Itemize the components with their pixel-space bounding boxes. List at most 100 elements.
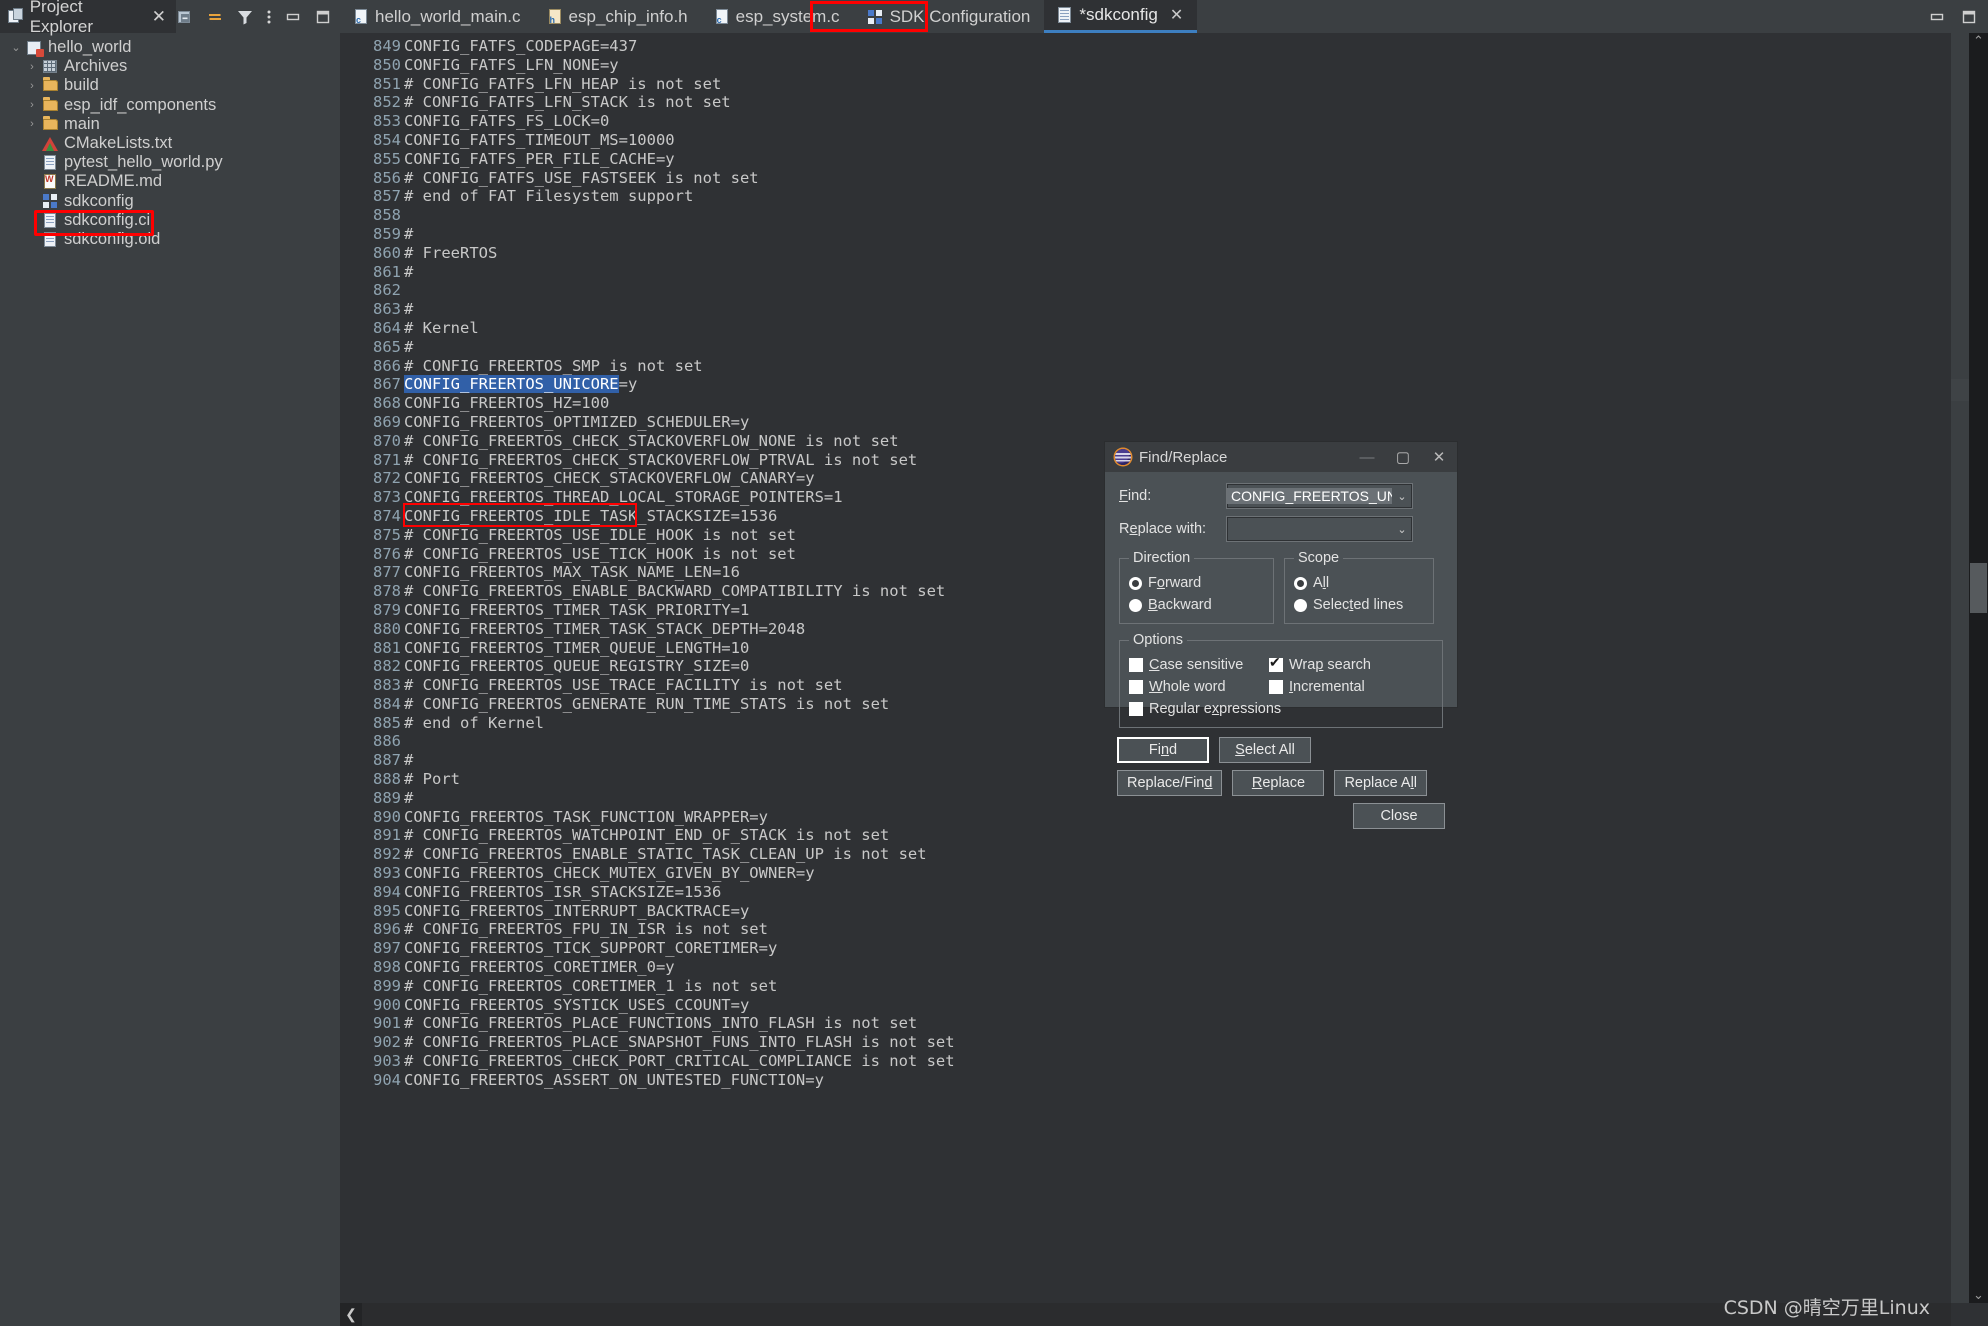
- editor-tab-esp-system-c[interactable]: esp_system.c: [702, 0, 854, 33]
- expand-arrow-icon[interactable]: ›: [24, 61, 40, 73]
- code-line[interactable]: 859 #: [340, 225, 1951, 244]
- code-line[interactable]: 852 # CONFIG_FATFS_LFN_STACK is not set: [340, 93, 1951, 112]
- checkbox-incremental[interactable]: Incremental: [1269, 676, 1409, 698]
- code-line[interactable]: 902 # CONFIG_FREERTOS_PLACE_SNAPSHOT_FUNS…: [340, 1033, 1951, 1052]
- expand-arrow-icon[interactable]: ›: [24, 99, 40, 111]
- editor-tab--sdkconfig[interactable]: *sdkconfig ✕: [1044, 0, 1198, 33]
- code-line[interactable]: 864 # Kernel: [340, 319, 1951, 338]
- close-icon[interactable]: ✕: [1170, 5, 1183, 25]
- close-icon[interactable]: ✕: [152, 7, 166, 27]
- tree-item-cmakelists-txt[interactable]: CMakeLists.txt: [0, 134, 340, 153]
- code-line[interactable]: 860 # FreeRTOS: [340, 244, 1951, 263]
- view-menu-icon[interactable]: [266, 8, 272, 26]
- restore-window-icon[interactable]: [1928, 8, 1946, 26]
- close-icon[interactable]: ✕: [1421, 448, 1457, 466]
- vertical-scrollbar[interactable]: ⌃ ⌄: [1969, 33, 1988, 1303]
- code-line[interactable]: 854 CONFIG_FATFS_TIMEOUT_MS=10000: [340, 131, 1951, 150]
- editor-tab-hello-world-main-c[interactable]: hello_world_main.c: [341, 0, 535, 33]
- chevron-down-icon[interactable]: ⌄: [1392, 490, 1412, 503]
- code-line[interactable]: 849 CONFIG_FATFS_CODEPAGE=437: [340, 37, 1951, 56]
- scrollbar-thumb[interactable]: [1970, 563, 1987, 613]
- radio-selected-lines[interactable]: Selected lines: [1294, 594, 1424, 616]
- expand-arrow-icon[interactable]: ›: [24, 80, 40, 92]
- code-line[interactable]: 903 # CONFIG_FREERTOS_CHECK_PORT_CRITICAL…: [340, 1052, 1951, 1071]
- code-line[interactable]: 894 CONFIG_FREERTOS_ISR_STACKSIZE=1536: [340, 883, 1951, 902]
- replace-input[interactable]: ⌄: [1227, 517, 1412, 541]
- code-line[interactable]: 897 CONFIG_FREERTOS_TICK_SUPPORT_CORETIME…: [340, 939, 1951, 958]
- code-line[interactable]: 857 # end of FAT Filesystem support: [340, 187, 1951, 206]
- code-line[interactable]: 861 #: [340, 263, 1951, 282]
- chevron-down-icon[interactable]: ⌄: [1392, 523, 1412, 536]
- code-line[interactable]: 850 CONFIG_FATFS_LFN_NONE=y: [340, 56, 1951, 75]
- maximize-icon[interactable]: ▢: [1385, 448, 1421, 466]
- maximize-window-icon[interactable]: [1960, 8, 1978, 26]
- checkbox-wrap-search[interactable]: Wrap search: [1269, 654, 1409, 676]
- tree-item-main[interactable]: › main: [0, 115, 340, 134]
- line-number: 890: [373, 807, 401, 826]
- horizontal-scrollbar-track[interactable]: [362, 1303, 1951, 1326]
- code-line[interactable]: 867 CONFIG_FREERTOS_UNICORE=y: [340, 375, 1951, 394]
- find-replace-title-bar[interactable]: Find/Replace — ▢ ✕: [1105, 442, 1457, 472]
- code-line[interactable]: 851 # CONFIG_FATFS_LFN_HEAP is not set: [340, 75, 1951, 94]
- code-line[interactable]: 865 #: [340, 338, 1951, 357]
- expand-arrow-icon[interactable]: ⌄: [8, 41, 24, 54]
- scroll-down-icon[interactable]: ⌄: [1969, 1287, 1988, 1303]
- tree-item-build[interactable]: › build: [0, 76, 340, 95]
- minimize-icon[interactable]: —: [1349, 449, 1385, 466]
- tree-item-sdkconfig-old[interactable]: sdkconfig.old: [0, 230, 340, 249]
- scroll-up-icon[interactable]: ⌃: [1969, 33, 1988, 49]
- code-line[interactable]: 896 # CONFIG_FREERTOS_FPU_IN_ISR is not s…: [340, 920, 1951, 939]
- code-line[interactable]: 863 #: [340, 300, 1951, 319]
- horizontal-scrollbar[interactable]: ❮: [340, 1303, 1951, 1326]
- code-line[interactable]: 858: [340, 206, 1951, 225]
- checkbox-whole-word[interactable]: Whole word: [1129, 676, 1269, 698]
- editor-tab-esp-chip-info-h[interactable]: esp_chip_info.h: [535, 0, 702, 33]
- code-line[interactable]: 892 # CONFIG_FREERTOS_ENABLE_STATIC_TASK_…: [340, 845, 1951, 864]
- close-button[interactable]: Close: [1353, 803, 1445, 829]
- code-line[interactable]: 862: [340, 281, 1951, 300]
- code-line[interactable]: 901 # CONFIG_FREERTOS_PLACE_FUNCTIONS_INT…: [340, 1014, 1951, 1033]
- find-input[interactable]: CONFIG_FREERTOS_UNIC ⌄: [1227, 484, 1412, 508]
- code-line[interactable]: 898 CONFIG_FREERTOS_CORETIMER_0=y: [340, 958, 1951, 977]
- expand-arrow-icon[interactable]: ›: [24, 118, 40, 130]
- checkbox-case-sensitive[interactable]: Case sensitive: [1129, 654, 1269, 676]
- tree-item-archives[interactable]: › Archives: [0, 57, 340, 76]
- code-line[interactable]: 891 # CONFIG_FREERTOS_WATCHPOINT_END_OF_S…: [340, 826, 1951, 845]
- tree-item-label: sdkconfig.old: [64, 229, 161, 248]
- line-number: 858: [373, 206, 401, 225]
- tree-item-sdkconfig-ci[interactable]: sdkconfig.ci: [0, 211, 340, 230]
- tree-item-hello-world[interactable]: ⌄ hello_world: [0, 38, 340, 57]
- code-line[interactable]: 855 CONFIG_FATFS_PER_FILE_CACHE=y: [340, 150, 1951, 169]
- find-button[interactable]: Fi n d: [1117, 737, 1209, 763]
- code-line[interactable]: 895 CONFIG_FREERTOS_INTERRUPT_BACKTRACE=y: [340, 902, 1951, 921]
- code-line[interactable]: 893 CONFIG_FREERTOS_CHECK_MUTEX_GIVEN_BY_…: [340, 864, 1951, 883]
- tree-item-esp-idf-components[interactable]: › esp_idf_components: [0, 96, 340, 115]
- code-line[interactable]: 869 CONFIG_FREERTOS_OPTIMIZED_SCHEDULER=y: [340, 413, 1951, 432]
- tab-project-explorer[interactable]: Project Explorer ✕: [0, 0, 176, 36]
- maximize-view-icon[interactable]: [314, 8, 332, 26]
- tree-item-sdkconfig[interactable]: sdkconfig: [0, 192, 340, 211]
- code-line[interactable]: 856 # CONFIG_FATFS_USE_FASTSEEK is not se…: [340, 169, 1951, 188]
- tree-item-pytest-hello-world-py[interactable]: pytest_hello_world.py: [0, 153, 340, 172]
- replace-find-button[interactable]: Replace/Fin d: [1117, 770, 1223, 796]
- code-line[interactable]: 868 CONFIG_FREERTOS_HZ=100: [340, 394, 1951, 413]
- code-line[interactable]: 900 CONFIG_FREERTOS_SYSTICK_USES_CCOUNT=y: [340, 996, 1951, 1015]
- code-line[interactable]: 866 # CONFIG_FREERTOS_SMP is not set: [340, 357, 1951, 376]
- replace-button[interactable]: Replace: [1232, 770, 1325, 796]
- editor-tab-sdk-configuration[interactable]: SDK Configuration: [854, 0, 1045, 33]
- code-line[interactable]: 899 # CONFIG_FREERTOS_CORETIMER_1 is not …: [340, 977, 1951, 996]
- minimize-view-icon[interactable]: [284, 8, 302, 26]
- checkbox-regular-expressions[interactable]: Regular expressions: [1129, 698, 1433, 720]
- radio-forward[interactable]: Forward: [1129, 572, 1264, 594]
- code-line[interactable]: 853 CONFIG_FATFS_FS_LOCK=0: [340, 112, 1951, 131]
- collapse-all-icon[interactable]: [176, 8, 194, 26]
- radio-backward[interactable]: Backward: [1129, 594, 1264, 616]
- radio-all[interactable]: All: [1294, 572, 1424, 594]
- view-filter-icon[interactable]: [236, 8, 254, 26]
- tree-item-readme-md[interactable]: README.md: [0, 172, 340, 191]
- code-line[interactable]: 904 CONFIG_FREERTOS_ASSERT_ON_UNTESTED_FU…: [340, 1071, 1951, 1090]
- select-all-button[interactable]: Select All: [1219, 737, 1311, 763]
- scroll-left-icon[interactable]: ❮: [340, 1303, 362, 1326]
- replace-all-button[interactable]: Replace All: [1334, 770, 1428, 796]
- link-with-editor-icon[interactable]: [206, 8, 224, 26]
